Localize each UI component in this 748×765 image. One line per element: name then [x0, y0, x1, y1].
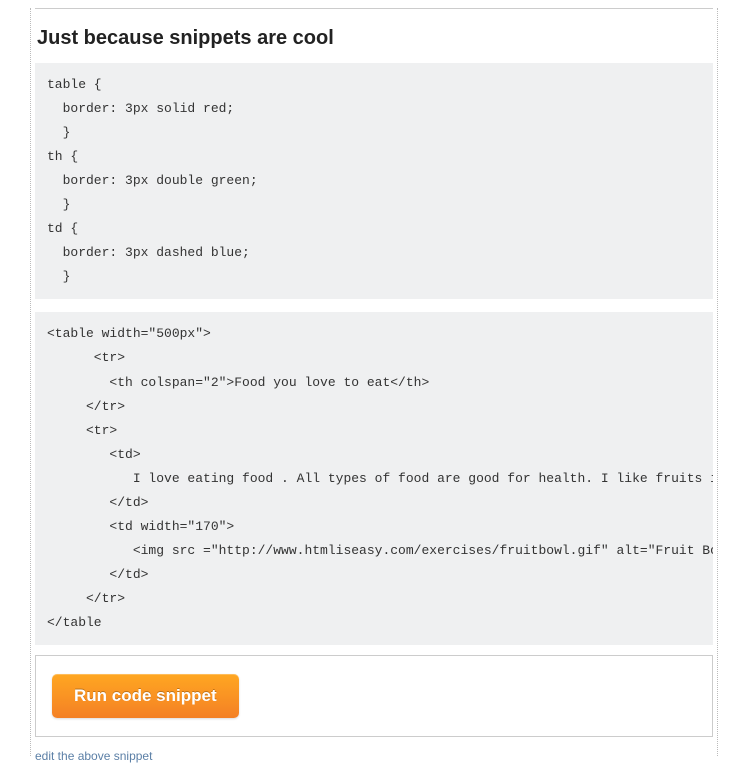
- divider-top: [35, 8, 713, 9]
- edit-snippet-link[interactable]: edit the above snippet: [35, 749, 152, 763]
- code-block-html[interactable]: <table width="500px"> <tr> <th colspan="…: [35, 312, 713, 645]
- answer-heading: Just because snippets are cool: [37, 27, 713, 50]
- snippet-runner-box: Run code snippet: [35, 655, 713, 737]
- code-block-css[interactable]: table { border: 3px solid red; } th { bo…: [35, 63, 713, 299]
- run-code-snippet-button[interactable]: Run code snippet: [52, 674, 239, 718]
- answer-container: Just because snippets are cool table { b…: [30, 8, 718, 756]
